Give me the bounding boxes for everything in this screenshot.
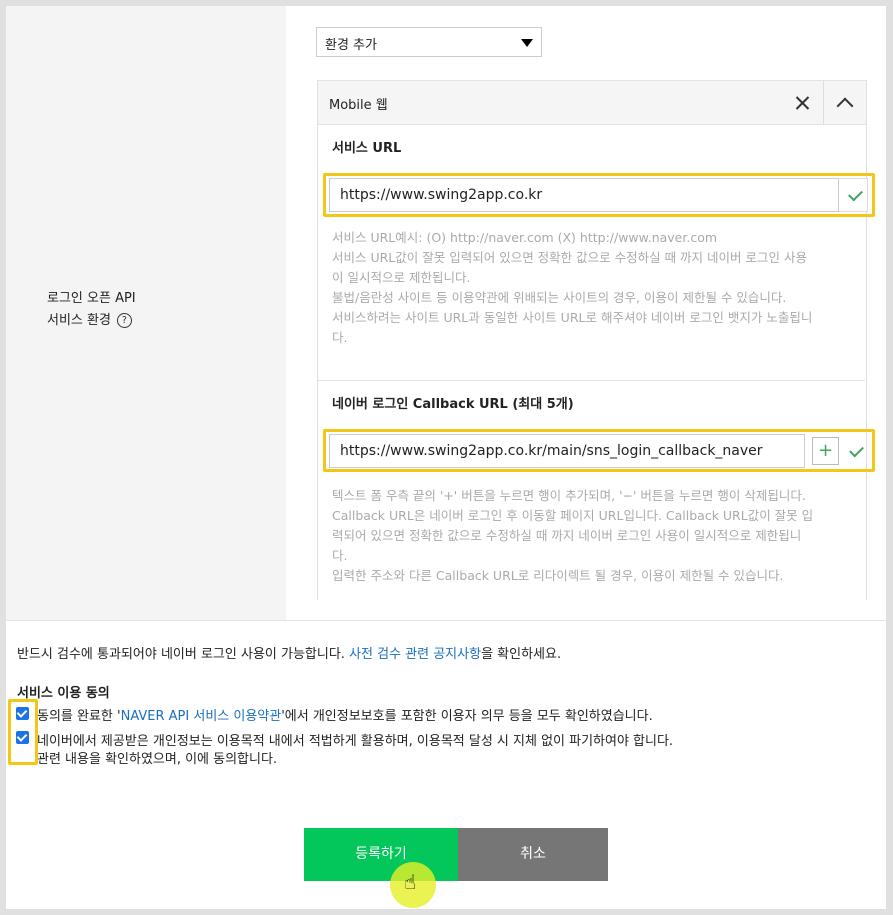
callback-url-title: 네이버 로그인 Callback URL (최대 5개) [332, 397, 574, 412]
help-line: 서비스 URL값이 잘못 입력되어 있으면 정확한 값으로 수정하실 때 까지 … [332, 250, 807, 265]
help-line: 입력한 주소와 다른 Callback URL로 리다이렉트 될 경우, 이용이… [332, 568, 784, 583]
collapse-button[interactable] [823, 81, 866, 125]
env-label-line2: 서비스 환경 [47, 313, 111, 328]
env-label: 로그인 오픈 API 서비스 환경? [47, 288, 136, 332]
cancel-button[interactable]: 취소 [458, 828, 608, 881]
env-select-value: 환경 추가 [325, 38, 377, 53]
notice-text-end: 을 확인하세요. [481, 647, 562, 662]
highlight-box-service-url [323, 173, 875, 217]
env-select[interactable]: 환경 추가 [316, 27, 542, 57]
notice-link[interactable]: 사전 검수 관련 공지사항 [349, 647, 481, 662]
section-divider [317, 380, 865, 381]
chevron-up-icon [836, 97, 854, 115]
hand-cursor-icon: ☝ [404, 870, 417, 894]
service-url-help: 서비스 URL예시: (O) http://naver.com (X) http… [332, 228, 812, 348]
help-line: 이 일시적으로 제한됩니다. [332, 270, 471, 285]
help-line: 서비스 URL예시: (O) http://naver.com (X) http… [332, 230, 718, 245]
env-panel-header: Mobile 웹 [318, 80, 866, 125]
notice-text: 반드시 검수에 통과되어야 네이버 로그인 사용이 가능합니다. [17, 647, 350, 662]
agree-item-1-text-end: '에서 개인정보보호를 포함한 이용자 의무 등을 모두 확인하였습니다. [281, 709, 653, 724]
env-label-line1: 로그인 오픈 API [47, 291, 136, 306]
form-divider [6, 620, 886, 621]
review-notice: 반드시 검수에 통과되어야 네이버 로그인 사용이 가능합니다. 사전 검수 관… [17, 643, 561, 662]
help-line: Callback URL은 네이버 로그인 후 이동할 페이지 URL입니다. … [332, 508, 814, 523]
register-button[interactable]: 등록하기 [304, 828, 458, 881]
terms-link[interactable]: NAVER API 서비스 이용약관 [121, 709, 282, 724]
agree-item-2-line2: 관련 내용을 확인하였으며, 이에 동의합니다. [37, 752, 278, 767]
help-line: 력되어 있으면 정확한 값으로 수정하실 때 까지 네이버 로그인 사용이 일시… [332, 528, 802, 543]
help-line: 다. [332, 548, 348, 563]
help-icon[interactable]: ? [116, 313, 132, 328]
help-line: 불법/음란성 사이트 등 이용약관에 위배되는 사이트의 경우, 이용이 제한될… [332, 290, 787, 305]
help-line: 다. [332, 330, 348, 345]
agree-item-2-line1: 네이버에서 제공받은 개인정보는 이용목적 내에서 적법하게 활용하며, 이용목… [37, 734, 674, 749]
highlight-box-callback-url [323, 429, 875, 472]
agree-item-1-text: 동의를 완료한 ' [37, 709, 121, 724]
help-line: 서비스하려는 사이트 URL과 동일한 사이트 URL로 해주셔야 네이버 로그… [332, 310, 813, 325]
service-url-title: 서비스 URL [332, 141, 402, 156]
close-icon[interactable] [781, 81, 823, 125]
agree-item-1: 동의를 완료한 'NAVER API 서비스 이용약관'에서 개인정보보호를 포… [37, 705, 653, 724]
highlight-box-checkboxes [8, 699, 38, 765]
callback-url-help: 텍스트 폼 우측 끝의 '+' 버튼을 누르면 행이 추가되며, '−' 버튼을… [332, 486, 813, 586]
help-line: 텍스트 폼 우측 끝의 '+' 버튼을 누르면 행이 추가되며, '−' 버튼을… [332, 488, 806, 503]
dropdown-arrow-icon [521, 39, 533, 47]
env-panel-title: Mobile 웹 [329, 98, 388, 113]
